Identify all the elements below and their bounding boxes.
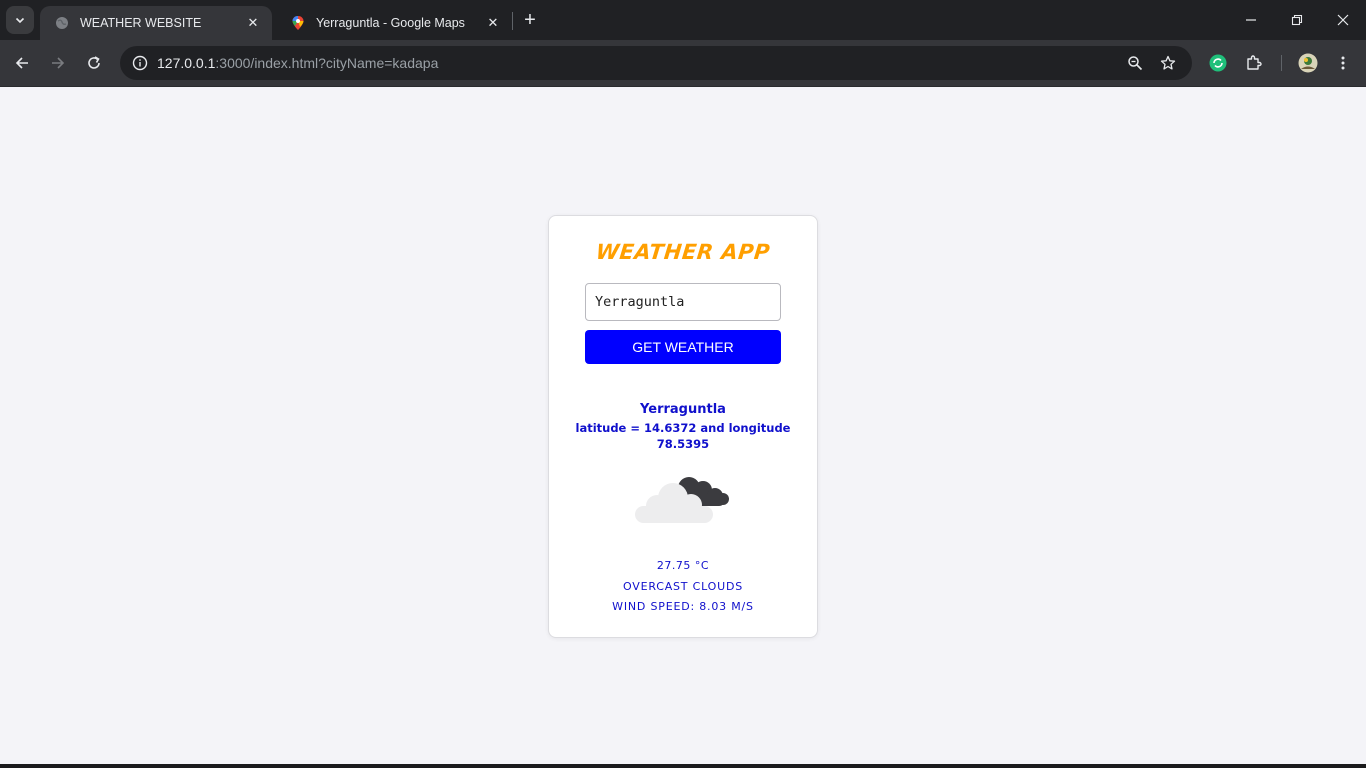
restore-icon bbox=[1291, 14, 1303, 26]
get-weather-button[interactable]: GET WEATHER bbox=[585, 330, 781, 364]
weather-description: OVERCAST CLOUDS bbox=[622, 580, 744, 593]
reload-icon bbox=[88, 56, 100, 69]
coordinates-text: latitude = 14.6372 and longitude 78.5395 bbox=[575, 421, 791, 451]
extension-sync-button[interactable] bbox=[1205, 50, 1231, 76]
toolbar-separator bbox=[1281, 55, 1282, 71]
tab-search-button[interactable] bbox=[6, 6, 34, 34]
browser-toolbar: 127.0.0.1:3000/index.html?cityName=kadap… bbox=[0, 40, 1366, 86]
tab-weather-website[interactable]: WEATHER WEBSITE ✕ bbox=[40, 6, 272, 40]
wind-speed-text: WIND SPEED: 8.03 M/S bbox=[612, 600, 754, 613]
close-icon bbox=[1337, 14, 1349, 26]
restore-button[interactable] bbox=[1274, 0, 1320, 40]
minimize-icon bbox=[1246, 19, 1256, 21]
extensions-button[interactable] bbox=[1241, 50, 1267, 76]
kebab-menu-icon bbox=[1341, 56, 1345, 70]
city-name: Yerraguntla bbox=[640, 402, 726, 417]
sync-extension-icon bbox=[1209, 54, 1227, 72]
globe-icon bbox=[54, 15, 70, 31]
forward-button[interactable] bbox=[44, 49, 72, 77]
arrow-left-icon bbox=[15, 57, 28, 69]
minimize-button[interactable] bbox=[1228, 0, 1274, 40]
new-tab-button[interactable]: + bbox=[518, 8, 542, 32]
address-bar[interactable]: 127.0.0.1:3000/index.html?cityName=kadap… bbox=[120, 46, 1192, 80]
menu-button[interactable] bbox=[1330, 50, 1356, 76]
back-button[interactable] bbox=[8, 49, 36, 77]
tab-title: Yerraguntla - Google Maps bbox=[316, 16, 465, 30]
url-path: :3000/index.html?cityName=kadapa bbox=[215, 55, 439, 71]
tab-title: WEATHER WEBSITE bbox=[80, 16, 202, 30]
city-input[interactable] bbox=[585, 283, 781, 321]
overcast-clouds-icon bbox=[635, 477, 729, 523]
chevron-down-icon bbox=[15, 17, 25, 24]
taskbar-edge bbox=[0, 764, 1366, 768]
reload-button[interactable] bbox=[80, 49, 108, 77]
arrow-right-icon bbox=[52, 57, 65, 69]
url-text[interactable]: 127.0.0.1:3000/index.html?cityName=kadap… bbox=[157, 55, 438, 71]
close-window-button[interactable] bbox=[1320, 0, 1366, 40]
close-icon[interactable]: ✕ bbox=[244, 14, 262, 32]
tab-google-maps[interactable]: Yerraguntla - Google Maps ✕ bbox=[276, 6, 512, 40]
temperature-text: 27.75 °C bbox=[656, 559, 710, 572]
weather-card: WEATHER APP GET WEATHER Yerraguntla lati… bbox=[548, 215, 818, 638]
url-host: 127.0.0.1 bbox=[157, 55, 216, 71]
bookmark-button[interactable] bbox=[1156, 51, 1180, 75]
tab-separator bbox=[512, 12, 513, 30]
avatar-icon bbox=[1298, 53, 1318, 73]
tab-strip: WEATHER WEBSITE ✕ Yerraguntla - Google M… bbox=[0, 0, 1366, 40]
profile-avatar[interactable] bbox=[1295, 50, 1321, 76]
star-icon bbox=[1160, 55, 1176, 70]
info-icon[interactable] bbox=[128, 51, 152, 75]
puzzle-icon bbox=[1247, 55, 1262, 70]
close-icon[interactable]: ✕ bbox=[484, 14, 502, 32]
zoom-button[interactable] bbox=[1123, 51, 1147, 75]
maps-pin-icon bbox=[290, 15, 306, 31]
zoom-icon bbox=[1128, 56, 1143, 71]
chrome-divider bbox=[0, 86, 1366, 87]
app-title: WEATHER APP bbox=[594, 240, 772, 264]
